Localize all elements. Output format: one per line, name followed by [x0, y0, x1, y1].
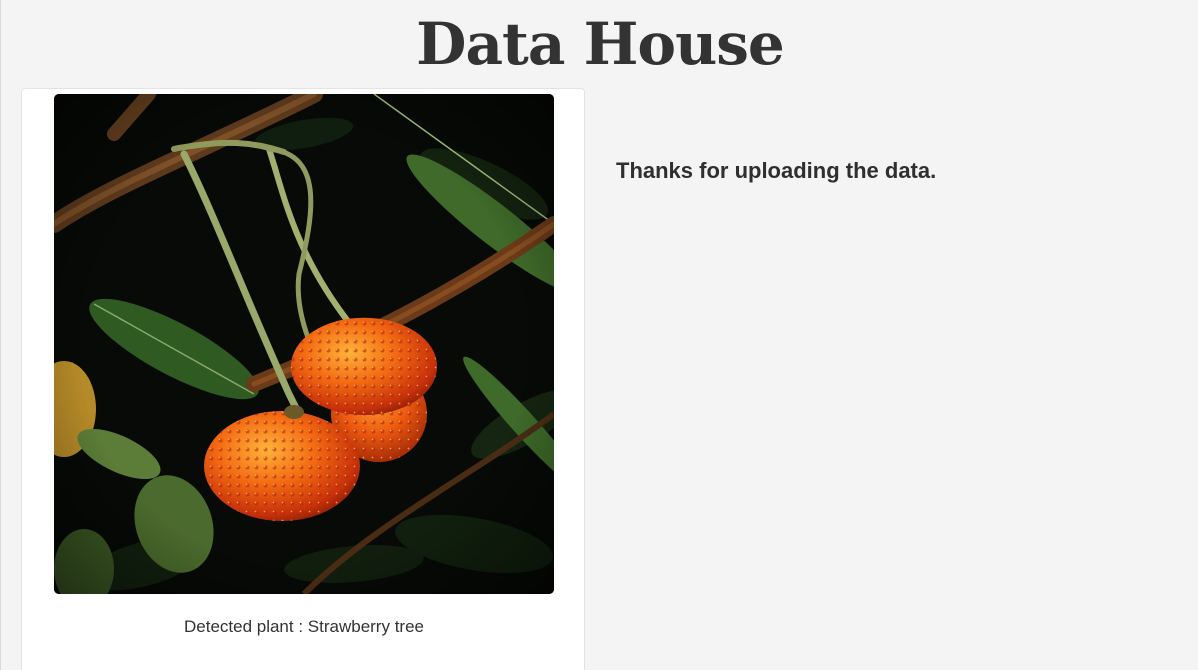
site-title: Data House [416, 10, 785, 78]
page: Data House Detected plant: Strawberry t… [0, 0, 1198, 670]
uploaded-plant-photo [54, 94, 554, 594]
detected-plant-caption: Detected plant : Strawberry tree [183, 617, 424, 636]
upload-confirmation-message: Thanks for uploading the data. [616, 158, 937, 183]
result-card: Detected plant : Strawberry tree [21, 88, 585, 670]
